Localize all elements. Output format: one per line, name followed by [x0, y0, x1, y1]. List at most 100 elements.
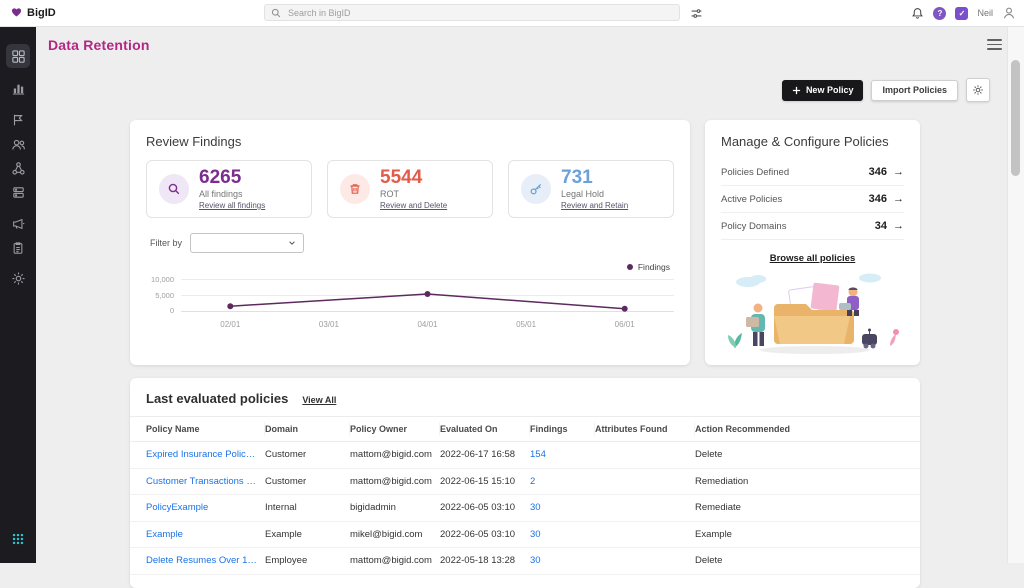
- page-scrollbar[interactable]: [1007, 26, 1024, 563]
- scrollbar-thumb[interactable]: [1011, 60, 1020, 176]
- sidebar-item-settings[interactable]: [6, 266, 30, 290]
- chart-legend: Findings: [130, 253, 690, 272]
- policy-name-link[interactable]: Example: [130, 529, 265, 540]
- page-menu-icon[interactable]: [987, 39, 1002, 50]
- key-icon: [521, 174, 551, 204]
- policies-defined-row[interactable]: Policies Defined 346 →: [721, 159, 904, 186]
- view-all-link[interactable]: View All: [302, 395, 336, 405]
- tasks-check-icon[interactable]: ✓: [955, 6, 969, 20]
- notifications-bell-icon[interactable]: [911, 7, 924, 20]
- user-avatar-icon[interactable]: [1002, 6, 1016, 20]
- arrow-right-icon: →: [893, 193, 904, 205]
- table-row[interactable]: Delete Resumes Over 1 Year Old Employee …: [130, 548, 920, 575]
- search-icon: [271, 8, 281, 18]
- col-domain[interactable]: Domain: [265, 422, 350, 436]
- legend-dot: [626, 264, 633, 270]
- new-policy-button[interactable]: New Policy: [781, 79, 864, 101]
- policy-settings-button[interactable]: [966, 78, 990, 102]
- findings-link[interactable]: 2: [530, 476, 595, 487]
- row-label: Policies Defined: [721, 166, 790, 178]
- brand-name: BigID: [27, 7, 56, 19]
- stat-label: ROT: [380, 188, 399, 199]
- stat-rot[interactable]: 5544 ROT Review and Delete: [327, 160, 493, 218]
- filter-dropdown[interactable]: [190, 233, 305, 253]
- search-filters-icon[interactable]: [688, 5, 704, 21]
- findings-link[interactable]: 30: [530, 555, 595, 566]
- topbar-right: ? ✓ Neil: [911, 0, 1016, 26]
- table-column-headers: Policy Name Domain Policy Owner Evaluate…: [130, 416, 920, 442]
- sidebar-item-alerts[interactable]: [6, 212, 30, 236]
- megaphone-icon: [11, 217, 25, 231]
- cell-owner: mattom@bigid.com: [350, 555, 432, 567]
- table-title: Last evaluated policies: [146, 391, 289, 406]
- cell-domain: Employee: [265, 555, 308, 567]
- plus-icon: [792, 86, 801, 95]
- x-tick: 05/01: [516, 320, 537, 329]
- browse-all-policies-link[interactable]: Browse all policies: [705, 253, 920, 264]
- stat-all-findings[interactable]: 6265 All findings Review all findings: [146, 160, 312, 218]
- chart-x-axis: 02/01 03/01 04/01 05/01 06/01: [181, 320, 674, 329]
- sidebar-item-identity-access[interactable]: [6, 132, 30, 156]
- table-row[interactable]: Customer Transactions Passed Re... Custo…: [130, 469, 920, 495]
- cell-action: Example: [695, 528, 732, 540]
- stat-value: 6265: [199, 167, 242, 189]
- brand[interactable]: BigID: [0, 7, 56, 20]
- sidebar-item-policies[interactable]: [6, 108, 30, 132]
- policy-counts: Policies Defined 346 → Active Policies 34…: [721, 159, 904, 240]
- apps-grid-icon: [11, 532, 25, 546]
- policy-name-link[interactable]: PolicyExample: [130, 502, 265, 513]
- sidebar-item-reports[interactable]: [6, 76, 30, 100]
- col-policy-name[interactable]: Policy Name: [130, 422, 265, 436]
- cell-evaluated: 2022-06-17 16:58: [440, 449, 516, 461]
- policy-name-link[interactable]: Expired Insurance Policies: [130, 449, 265, 460]
- col-policy-owner[interactable]: Policy Owner: [350, 422, 440, 436]
- sidebar-item-apps[interactable]: [6, 527, 30, 551]
- table-row[interactable]: PolicyExample Internal bigidadmin 2022-0…: [130, 495, 920, 522]
- y-tick: 5,000: [155, 291, 174, 300]
- import-policies-button[interactable]: Import Policies: [871, 79, 958, 101]
- page-title: Data Retention: [48, 37, 150, 53]
- evaluated-policies-card: Last evaluated policies View All Policy …: [130, 378, 920, 588]
- col-findings[interactable]: Findings: [530, 422, 595, 436]
- policy-name-link[interactable]: Delete Resumes Over 1 Year Old: [130, 555, 265, 566]
- top-bar: BigID ? ✓ Neil: [0, 0, 1024, 27]
- sidebar-item-audit[interactable]: [6, 236, 30, 260]
- stat-legal-hold[interactable]: 731 Legal Hold Review and Retain: [508, 160, 674, 218]
- sidebar-item-dashboard[interactable]: [6, 44, 30, 68]
- row-value: 34: [874, 220, 887, 232]
- dashboard-icon: [11, 49, 26, 64]
- cell-evaluated: 2022-05-18 13:28: [440, 555, 516, 567]
- user-name: Neil: [977, 8, 993, 18]
- arrow-right-icon: →: [893, 220, 904, 232]
- col-attributes-found[interactable]: Attributes Found: [595, 422, 695, 436]
- chevron-down-icon: [288, 239, 296, 247]
- findings-link[interactable]: 30: [530, 502, 595, 513]
- sidebar-item-data-sources[interactable]: [6, 180, 30, 204]
- policies-illustration: [705, 270, 920, 356]
- x-tick: 04/01: [417, 320, 438, 329]
- y-tick: 0: [169, 306, 174, 315]
- help-icon[interactable]: ?: [933, 6, 947, 20]
- table-header-row: Last evaluated policies View All: [130, 378, 920, 416]
- bar-chart-icon: [11, 81, 26, 96]
- review-findings-card: Review Findings 6265 All findings Review…: [130, 120, 690, 365]
- table-row[interactable]: Example Example mikel@bigid.com 2022-06-…: [130, 522, 920, 548]
- policy-name-link[interactable]: Customer Transactions Passed Re...: [130, 476, 265, 487]
- search-input[interactable]: [286, 6, 673, 19]
- cell-domain: Internal: [265, 502, 297, 514]
- review-and-delete-link[interactable]: Review and Delete: [380, 201, 447, 210]
- findings-link[interactable]: 30: [530, 529, 595, 540]
- col-evaluated-on[interactable]: Evaluated On: [440, 422, 530, 436]
- filter-row: Filter by: [130, 218, 690, 253]
- table-row[interactable]: Expired Insurance Policies Customer matt…: [130, 442, 920, 469]
- global-search[interactable]: [264, 4, 680, 21]
- review-all-findings-link[interactable]: Review all findings: [199, 201, 265, 210]
- policy-domains-row[interactable]: Policy Domains 34 →: [721, 213, 904, 240]
- review-and-retain-link[interactable]: Review and Retain: [561, 201, 628, 210]
- findings-link[interactable]: 154: [530, 449, 595, 460]
- col-action-recommended[interactable]: Action Recommended: [695, 422, 920, 436]
- trash-icon: [340, 174, 370, 204]
- sidebar-item-cluster-analysis[interactable]: [6, 156, 30, 180]
- manage-policies-card: Manage & Configure Policies Policies Def…: [705, 120, 920, 365]
- active-policies-row[interactable]: Active Policies 346 →: [721, 186, 904, 213]
